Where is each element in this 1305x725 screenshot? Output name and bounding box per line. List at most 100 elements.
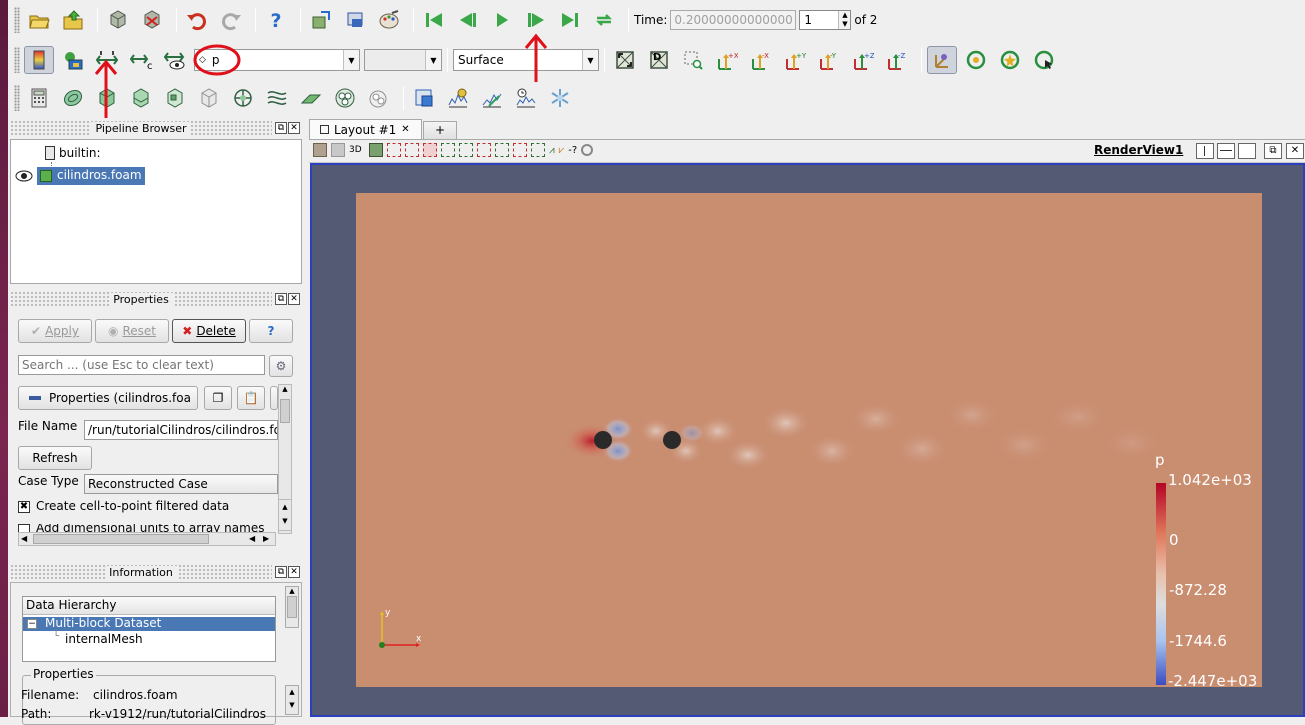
properties-hscroll[interactable]: ◀ ◀ ▶: [18, 532, 276, 546]
rescale-custom-range-icon[interactable]: c: [126, 46, 156, 74]
help-icon[interactable]: ?: [261, 6, 291, 34]
representation-select[interactable]: Surface ▼: [453, 49, 599, 71]
interactive-select-points-icon[interactable]: [495, 143, 509, 157]
search-input[interactable]: [18, 355, 265, 375]
slice-icon[interactable]: [126, 84, 156, 112]
rescale-data-range-icon[interactable]: [92, 46, 122, 74]
toggle-color-legend-icon[interactable]: [24, 46, 54, 74]
extract-level-icon[interactable]: [364, 84, 394, 112]
float-panel-icon[interactable]: ⧉: [275, 122, 287, 134]
properties-inner-vscroll[interactable]: ▲ ▼: [278, 499, 292, 531]
view-minus-z-icon[interactable]: -Z: [882, 46, 912, 74]
show-orientation-axes-icon[interactable]: [927, 46, 957, 74]
link-camera-icon[interactable]: [331, 143, 345, 157]
stream-tracer-icon[interactable]: [262, 84, 292, 112]
properties-section-toggle[interactable]: Properties (cilindros.foa: [18, 386, 198, 410]
close-view-icon[interactable]: ✕: [1286, 143, 1304, 159]
time-value-field[interactable]: 0.20000000000000: [670, 10, 797, 30]
information-lower-vscroll[interactable]: ▲ ▼: [285, 685, 299, 715]
tree-child-label[interactable]: internalMesh: [65, 632, 143, 646]
reset-camera-closest-icon[interactable]: D: [644, 46, 674, 74]
loop-icon[interactable]: [589, 6, 619, 34]
select-cells-icon[interactable]: [409, 84, 439, 112]
close-panel-icon[interactable]: ✕: [288, 293, 300, 305]
scroll-thumb[interactable]: [280, 399, 290, 423]
color-component-select[interactable]: ▼: [364, 49, 442, 71]
scatter-plot-icon[interactable]: [545, 84, 575, 112]
render-view[interactable]: y x p 1.042e+03 0 -872.28 -1744.6 -2.447…: [310, 163, 1305, 717]
toolbar-grip[interactable]: [14, 7, 20, 33]
select-surface-points-icon[interactable]: [405, 143, 419, 157]
add-tab-button[interactable]: +: [423, 121, 457, 139]
collapse-tree-icon[interactable]: −: [27, 619, 37, 629]
copy-button[interactable]: ❐: [204, 386, 232, 410]
previous-frame-icon[interactable]: [453, 6, 483, 34]
polygon-select-cells-icon[interactable]: [513, 143, 527, 157]
spin-arrows-icon[interactable]: ▲ ▼: [838, 11, 851, 29]
scroll-up-icon[interactable]: ▲: [279, 385, 291, 397]
glyph-icon[interactable]: [228, 84, 258, 112]
information-vscroll[interactable]: ▲: [285, 586, 299, 628]
view-plus-x-icon[interactable]: +X: [712, 46, 742, 74]
plot-over-line-icon[interactable]: [443, 84, 473, 112]
zoom-to-box-icon[interactable]: [678, 46, 708, 74]
color-array-select[interactable]: ◇ p ▼: [194, 49, 360, 71]
next-frame-icon[interactable]: [521, 6, 551, 34]
time-step-spinbox[interactable]: 1 ▲ ▼: [799, 10, 852, 30]
more-button[interactable]: [270, 386, 278, 410]
close-tab-icon[interactable]: ✕: [401, 124, 409, 135]
reset-button[interactable]: ◉ Reset: [95, 319, 169, 343]
pick-center-icon[interactable]: [1029, 46, 1059, 74]
plot-data-icon[interactable]: [477, 84, 507, 112]
visibility-eye-icon[interactable]: [15, 169, 33, 183]
extract-subset-icon[interactable]: [194, 84, 224, 112]
split-camera-icon[interactable]: [313, 143, 327, 157]
scroll-left-icon[interactable]: ◀: [21, 534, 27, 543]
view-minus-y-icon[interactable]: -Y: [814, 46, 844, 74]
play-icon[interactable]: [487, 6, 517, 34]
select-surface-cells-icon[interactable]: [387, 143, 401, 157]
clip-icon[interactable]: [92, 84, 122, 112]
redo-icon[interactable]: [216, 6, 246, 34]
last-frame-icon[interactable]: [555, 6, 585, 34]
float-panel-icon[interactable]: ⧉: [275, 293, 287, 305]
select-frustum-points-icon[interactable]: [441, 143, 455, 157]
edit-color-map-icon[interactable]: [58, 46, 88, 74]
pipeline-item-selected[interactable]: cilindros.foam: [37, 167, 145, 185]
tab-layout-1[interactable]: Layout #1 ✕: [309, 119, 422, 139]
grow-selection-icon[interactable]: ⩘: [549, 145, 555, 156]
pipeline-item-builtin[interactable]: builtin:: [59, 146, 101, 160]
reset-camera-icon[interactable]: [610, 46, 640, 74]
scroll-right-icon[interactable]: ▶: [263, 534, 269, 543]
split-horizontal-icon[interactable]: [1196, 143, 1214, 159]
shrink-selection-icon[interactable]: ⩗: [559, 145, 565, 156]
first-frame-icon[interactable]: [419, 6, 449, 34]
close-panel-icon[interactable]: ✕: [288, 122, 300, 134]
close-panel-icon[interactable]: ✕: [288, 566, 300, 578]
calculator-icon[interactable]: [24, 84, 54, 112]
maximize-view-icon[interactable]: [1238, 143, 1256, 159]
toggle-3d-button[interactable]: 3D: [349, 145, 365, 155]
view-plus-y-icon[interactable]: +Y: [780, 46, 810, 74]
disconnect-icon[interactable]: [137, 6, 167, 34]
load-state-icon[interactable]: [58, 6, 88, 34]
float-panel-icon[interactable]: ⧉: [275, 566, 287, 578]
interactive-select-cells-icon[interactable]: [477, 143, 491, 157]
reset-center-icon[interactable]: [995, 46, 1025, 74]
clear-selection-icon[interactable]: [581, 144, 594, 156]
hscroll-thumb[interactable]: [33, 534, 209, 544]
checkbox-cell-to-point[interactable]: ✖: [18, 501, 30, 513]
show-center-icon[interactable]: [961, 46, 991, 74]
rescale-visible-range-icon[interactable]: [160, 46, 190, 74]
scroll-left-icon[interactable]: ◀: [249, 534, 255, 543]
render-view-name[interactable]: RenderView1: [1094, 143, 1183, 157]
camera-link-icon[interactable]: [306, 6, 336, 34]
apply-button[interactable]: ✔ Apply: [18, 319, 92, 343]
screenshot-icon[interactable]: [340, 6, 370, 34]
paste-button[interactable]: 📋: [237, 386, 265, 410]
file-name-field[interactable]: /run/tutorialCilindros/cilindros.foam: [84, 420, 278, 440]
polygon-select-points-icon[interactable]: [531, 143, 545, 157]
advanced-settings-button[interactable]: ⚙: [269, 355, 293, 377]
threshold-icon[interactable]: [160, 84, 190, 112]
undo-icon[interactable]: [182, 6, 212, 34]
